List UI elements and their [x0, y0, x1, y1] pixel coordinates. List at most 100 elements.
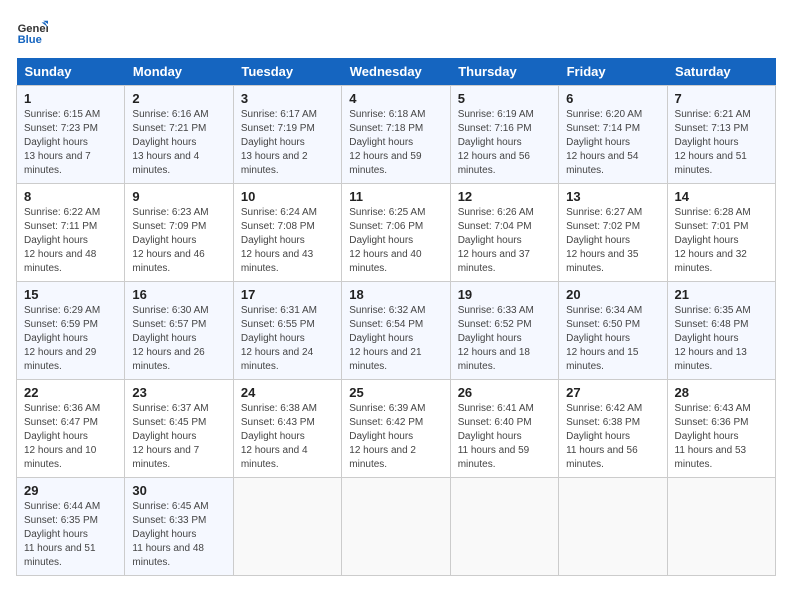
- day-detail: Sunrise: 6:44 AM Sunset: 6:35 PM Dayligh…: [24, 500, 117, 570]
- sunset-label: Sunset:: [566, 417, 600, 428]
- sunset-label: Sunset:: [24, 123, 58, 134]
- daylight-label: Daylight hours: [675, 431, 739, 442]
- daylight-label: Daylight hours: [458, 235, 522, 246]
- day-header-wednesday: Wednesday: [342, 58, 450, 86]
- daylight-label: Daylight hours: [566, 431, 630, 442]
- day-header-saturday: Saturday: [667, 58, 775, 86]
- daylight-label: Daylight hours: [566, 235, 630, 246]
- day-detail: Sunrise: 6:16 AM Sunset: 7:21 PM Dayligh…: [132, 108, 225, 178]
- day-number: 21: [675, 287, 768, 302]
- day-detail: Sunrise: 6:28 AM Sunset: 7:01 PM Dayligh…: [675, 206, 768, 276]
- day-detail: Sunrise: 6:29 AM Sunset: 6:59 PM Dayligh…: [24, 304, 117, 374]
- daylight-label: Daylight hours: [566, 137, 630, 148]
- calendar-cell: 29 Sunrise: 6:44 AM Sunset: 6:35 PM Dayl…: [17, 478, 125, 576]
- sunset-label: Sunset:: [132, 319, 166, 330]
- day-detail: Sunrise: 6:34 AM Sunset: 6:50 PM Dayligh…: [566, 304, 659, 374]
- logo: General Blue: [16, 16, 52, 48]
- sunrise-label: Sunrise:: [132, 109, 169, 120]
- day-detail: Sunrise: 6:23 AM Sunset: 7:09 PM Dayligh…: [132, 206, 225, 276]
- day-number: 14: [675, 189, 768, 204]
- sunset-label: Sunset:: [241, 123, 275, 134]
- sunrise-label: Sunrise:: [241, 109, 278, 120]
- daylight-label: Daylight hours: [349, 235, 413, 246]
- day-detail: Sunrise: 6:39 AM Sunset: 6:42 PM Dayligh…: [349, 402, 442, 472]
- sunrise-label: Sunrise:: [24, 207, 61, 218]
- day-number: 2: [132, 91, 225, 106]
- daylight-label: Daylight hours: [675, 333, 739, 344]
- day-number: 16: [132, 287, 225, 302]
- day-detail: Sunrise: 6:35 AM Sunset: 6:48 PM Dayligh…: [675, 304, 768, 374]
- day-detail: Sunrise: 6:45 AM Sunset: 6:33 PM Dayligh…: [132, 500, 225, 570]
- sunrise-label: Sunrise:: [675, 305, 712, 316]
- calendar-cell: 19 Sunrise: 6:33 AM Sunset: 6:52 PM Dayl…: [450, 282, 558, 380]
- sunset-label: Sunset:: [566, 319, 600, 330]
- calendar-cell: 21 Sunrise: 6:35 AM Sunset: 6:48 PM Dayl…: [667, 282, 775, 380]
- day-number: 1: [24, 91, 117, 106]
- sunrise-label: Sunrise:: [24, 109, 61, 120]
- sunset-label: Sunset:: [241, 417, 275, 428]
- sunset-label: Sunset:: [566, 123, 600, 134]
- calendar-cell: 23 Sunrise: 6:37 AM Sunset: 6:45 PM Dayl…: [125, 380, 233, 478]
- calendar-cell: 25 Sunrise: 6:39 AM Sunset: 6:42 PM Dayl…: [342, 380, 450, 478]
- calendar-cell: 2 Sunrise: 6:16 AM Sunset: 7:21 PM Dayli…: [125, 86, 233, 184]
- sunrise-label: Sunrise:: [132, 207, 169, 218]
- page-header: General Blue: [16, 16, 776, 48]
- calendar-cell: 6 Sunrise: 6:20 AM Sunset: 7:14 PM Dayli…: [559, 86, 667, 184]
- calendar-cell: 13 Sunrise: 6:27 AM Sunset: 7:02 PM Dayl…: [559, 184, 667, 282]
- day-number: 27: [566, 385, 659, 400]
- sunrise-label: Sunrise:: [132, 403, 169, 414]
- sunset-label: Sunset:: [675, 319, 709, 330]
- daylight-label: Daylight hours: [24, 235, 88, 246]
- daylight-label: Daylight hours: [24, 137, 88, 148]
- calendar-table: SundayMondayTuesdayWednesdayThursdayFrid…: [16, 58, 776, 576]
- sunrise-label: Sunrise:: [675, 109, 712, 120]
- daylight-label: Daylight hours: [24, 431, 88, 442]
- daylight-label: Daylight hours: [241, 333, 305, 344]
- daylight-label: Daylight hours: [24, 529, 88, 540]
- calendar-cell: 1 Sunrise: 6:15 AM Sunset: 7:23 PM Dayli…: [17, 86, 125, 184]
- sunrise-label: Sunrise:: [458, 109, 495, 120]
- sunset-label: Sunset:: [241, 319, 275, 330]
- day-number: 12: [458, 189, 551, 204]
- day-detail: Sunrise: 6:25 AM Sunset: 7:06 PM Dayligh…: [349, 206, 442, 276]
- calendar-cell: [342, 478, 450, 576]
- sunset-label: Sunset:: [132, 221, 166, 232]
- day-header-friday: Friday: [559, 58, 667, 86]
- day-number: 26: [458, 385, 551, 400]
- sunset-label: Sunset:: [24, 515, 58, 526]
- svg-text:General: General: [18, 23, 48, 35]
- calendar-cell: 3 Sunrise: 6:17 AM Sunset: 7:19 PM Dayli…: [233, 86, 341, 184]
- day-header-sunday: Sunday: [17, 58, 125, 86]
- calendar-cell: 26 Sunrise: 6:41 AM Sunset: 6:40 PM Dayl…: [450, 380, 558, 478]
- day-number: 25: [349, 385, 442, 400]
- day-number: 17: [241, 287, 334, 302]
- sunrise-label: Sunrise:: [458, 403, 495, 414]
- logo-icon: General Blue: [16, 16, 48, 48]
- daylight-label: Daylight hours: [132, 235, 196, 246]
- sunset-label: Sunset:: [24, 319, 58, 330]
- sunset-label: Sunset:: [24, 221, 58, 232]
- sunset-label: Sunset:: [349, 123, 383, 134]
- day-number: 6: [566, 91, 659, 106]
- day-number: 23: [132, 385, 225, 400]
- daylight-label: Daylight hours: [458, 333, 522, 344]
- daylight-label: Daylight hours: [675, 235, 739, 246]
- sunset-label: Sunset:: [675, 417, 709, 428]
- day-detail: Sunrise: 6:30 AM Sunset: 6:57 PM Dayligh…: [132, 304, 225, 374]
- daylight-label: Daylight hours: [458, 137, 522, 148]
- daylight-label: Daylight hours: [241, 235, 305, 246]
- sunset-label: Sunset:: [458, 319, 492, 330]
- day-number: 5: [458, 91, 551, 106]
- sunrise-label: Sunrise:: [241, 305, 278, 316]
- sunset-label: Sunset:: [458, 417, 492, 428]
- calendar-cell: 18 Sunrise: 6:32 AM Sunset: 6:54 PM Dayl…: [342, 282, 450, 380]
- svg-text:Blue: Blue: [18, 34, 42, 46]
- sunset-label: Sunset:: [675, 221, 709, 232]
- calendar-cell: [667, 478, 775, 576]
- calendar-cell: 20 Sunrise: 6:34 AM Sunset: 6:50 PM Dayl…: [559, 282, 667, 380]
- day-number: 19: [458, 287, 551, 302]
- day-number: 18: [349, 287, 442, 302]
- day-number: 29: [24, 483, 117, 498]
- day-detail: Sunrise: 6:22 AM Sunset: 7:11 PM Dayligh…: [24, 206, 117, 276]
- sunset-label: Sunset:: [349, 319, 383, 330]
